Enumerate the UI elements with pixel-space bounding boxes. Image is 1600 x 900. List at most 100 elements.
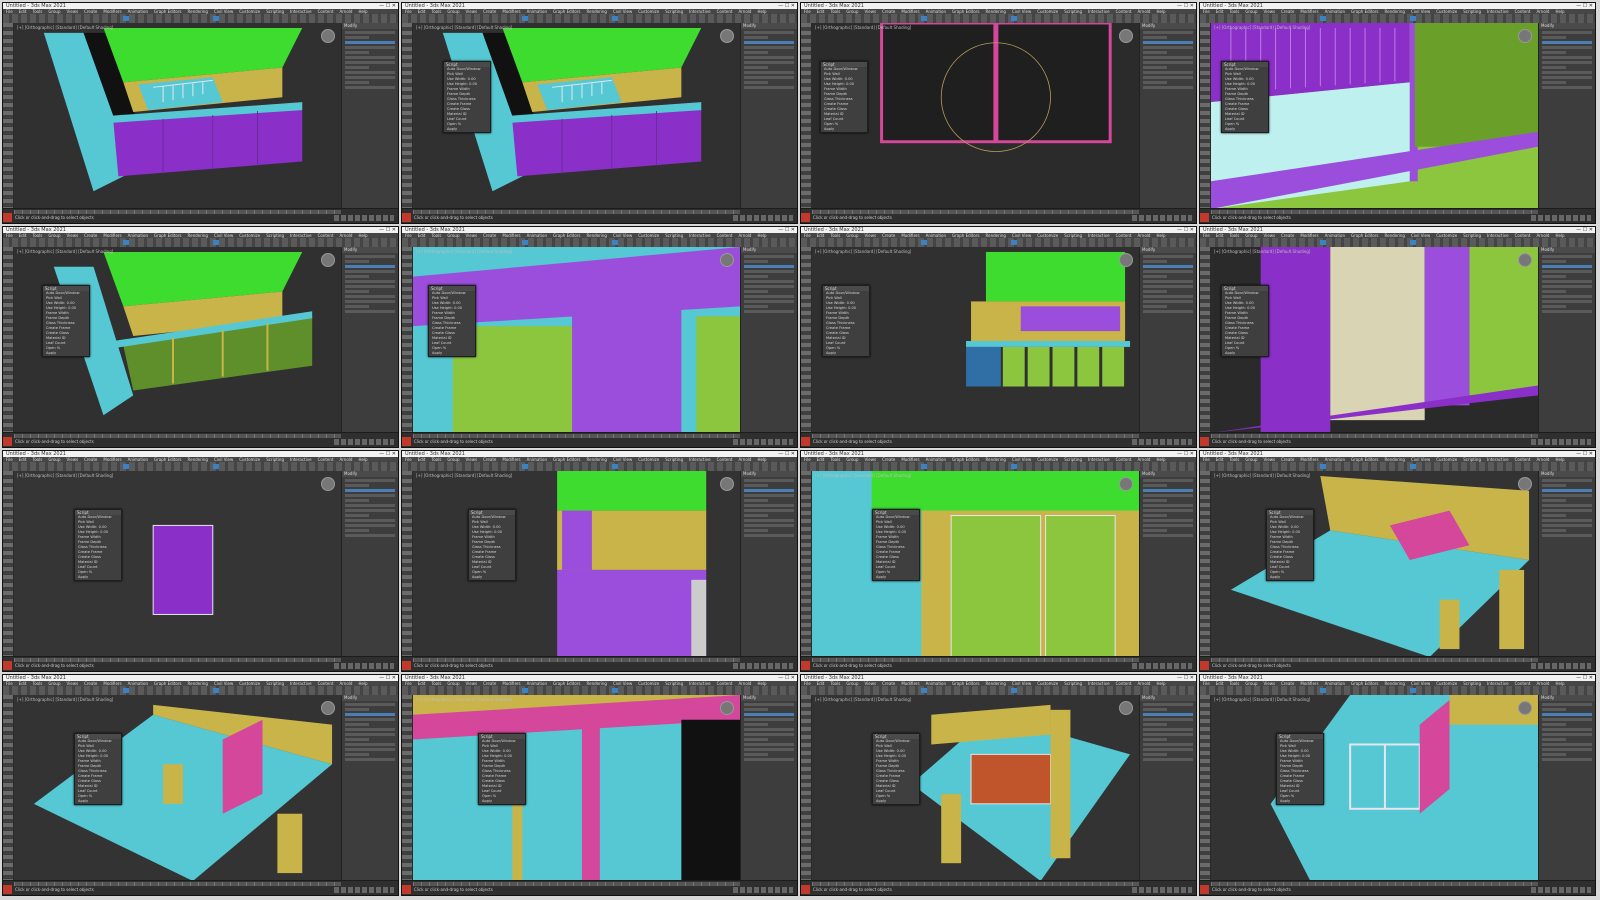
script-dialog[interactable]: Script Auto Door/Window Pick Wall Use Width… xyxy=(443,61,491,133)
snap-toggle-icon[interactable] xyxy=(1011,16,1017,21)
panel-row[interactable] xyxy=(345,748,395,751)
viewport-label[interactable]: [+] [Orthographic] [Standard] [Default S… xyxy=(17,249,113,254)
viewcube-icon[interactable] xyxy=(720,29,734,43)
panel-row[interactable] xyxy=(1542,519,1592,522)
left-tool-strip[interactable] xyxy=(3,695,14,881)
viewcube-icon[interactable] xyxy=(1518,29,1532,43)
viewcube-icon[interactable] xyxy=(321,477,335,491)
panel-row[interactable] xyxy=(345,46,395,49)
panel-row[interactable] xyxy=(345,718,395,721)
snap-toggle-icon[interactable] xyxy=(612,688,618,693)
modifier-stack-selected[interactable] xyxy=(1143,265,1193,268)
panel-row[interactable] xyxy=(1143,31,1193,34)
panel-row[interactable] xyxy=(345,31,395,34)
select-tool-icon[interactable] xyxy=(123,688,129,693)
viewport-label[interactable]: [+] [Orthographic] [Standard] [Default S… xyxy=(1214,473,1310,478)
left-tool-strip[interactable] xyxy=(1200,471,1211,657)
left-tool-strip[interactable] xyxy=(3,247,14,433)
panel-row[interactable] xyxy=(744,56,794,59)
panel-row[interactable] xyxy=(1143,86,1193,89)
panel-row[interactable] xyxy=(1143,753,1167,756)
panel-row[interactable] xyxy=(1542,509,1592,512)
viewport[interactable]: [+] [Orthographic] [Standard] [Default S… xyxy=(1211,23,1538,209)
panel-row[interactable] xyxy=(1542,66,1566,69)
script-option[interactable]: Apply xyxy=(1277,799,1323,804)
playback-controls[interactable] xyxy=(1132,215,1192,221)
timeline-slider[interactable] xyxy=(1211,210,1538,214)
left-tool-strip[interactable] xyxy=(801,695,812,881)
snap-toggle-icon[interactable] xyxy=(612,464,618,469)
panel-row[interactable] xyxy=(744,300,794,303)
script-option[interactable]: Apply xyxy=(873,799,919,804)
panel-row[interactable] xyxy=(1143,703,1193,706)
viewcube-icon[interactable] xyxy=(720,477,734,491)
viewcube-icon[interactable] xyxy=(1119,477,1133,491)
script-option[interactable]: Apply xyxy=(479,799,525,804)
left-tool-strip[interactable] xyxy=(402,471,413,657)
panel-row[interactable] xyxy=(345,514,369,517)
panel-row[interactable] xyxy=(345,280,395,283)
panel-row[interactable] xyxy=(744,718,794,721)
panel-row[interactable] xyxy=(345,728,395,731)
panel-row[interactable] xyxy=(744,260,768,263)
panel-row[interactable] xyxy=(1542,295,1592,298)
viewport[interactable]: [+] [Orthographic] [Standard] [Default S… xyxy=(812,23,1139,209)
panel-row[interactable] xyxy=(744,738,768,741)
panel-row[interactable] xyxy=(345,300,395,303)
panel-row[interactable] xyxy=(1143,733,1193,736)
panel-row[interactable] xyxy=(345,743,395,746)
select-tool-icon[interactable] xyxy=(123,464,129,469)
panel-row[interactable] xyxy=(744,285,794,288)
select-tool-icon[interactable] xyxy=(921,240,927,245)
panel-row[interactable] xyxy=(1143,290,1167,293)
panel-row[interactable] xyxy=(1542,499,1566,502)
left-tool-strip[interactable] xyxy=(1200,23,1211,209)
panel-row[interactable] xyxy=(744,86,794,89)
panel-row[interactable] xyxy=(1143,36,1167,39)
left-tool-strip[interactable] xyxy=(3,471,14,657)
select-tool-icon[interactable] xyxy=(1320,16,1326,21)
panel-row[interactable] xyxy=(1542,81,1566,84)
left-tool-strip[interactable] xyxy=(402,23,413,209)
left-tool-strip[interactable] xyxy=(3,23,14,209)
viewport[interactable]: [+] [Orthographic] [Standard] [Default S… xyxy=(1211,471,1538,657)
panel-row[interactable] xyxy=(744,509,794,512)
panel-row[interactable] xyxy=(744,758,794,761)
select-tool-icon[interactable] xyxy=(1320,240,1326,245)
viewport[interactable]: [+] [Orthographic] [Standard] [Default S… xyxy=(812,695,1139,881)
panel-row[interactable] xyxy=(345,66,369,69)
panel-row[interactable] xyxy=(1542,758,1592,761)
playback-controls[interactable] xyxy=(733,439,793,445)
select-tool-icon[interactable] xyxy=(123,16,129,21)
command-panel[interactable]: Modify xyxy=(341,247,398,433)
panel-row[interactable] xyxy=(1542,494,1592,497)
panel-row[interactable] xyxy=(744,295,794,298)
modifier-stack-selected[interactable] xyxy=(345,265,395,268)
panel-row[interactable] xyxy=(1143,524,1193,527)
panel-row[interactable] xyxy=(345,260,369,263)
command-panel[interactable]: Modify xyxy=(1139,23,1196,209)
panel-row[interactable] xyxy=(1143,51,1167,54)
script-option[interactable]: Apply xyxy=(823,351,869,356)
panel-row[interactable] xyxy=(345,76,395,79)
panel-row[interactable] xyxy=(1542,534,1592,537)
panel-row[interactable] xyxy=(1143,56,1193,59)
panel-row[interactable] xyxy=(1143,718,1193,721)
panel-row[interactable] xyxy=(744,519,794,522)
viewport[interactable]: [+] [Orthographic] [Standard] [Default S… xyxy=(413,695,740,881)
panel-row[interactable] xyxy=(1542,748,1592,751)
panel-row[interactable] xyxy=(1542,504,1592,507)
panel-row[interactable] xyxy=(1542,56,1592,59)
script-option[interactable]: Apply xyxy=(444,127,490,132)
playback-controls[interactable] xyxy=(1132,887,1192,893)
panel-row[interactable] xyxy=(345,723,369,726)
panel-row[interactable] xyxy=(1542,310,1592,313)
panel-row[interactable] xyxy=(345,509,395,512)
panel-row[interactable] xyxy=(1542,280,1592,283)
timeline-slider[interactable] xyxy=(1211,658,1538,662)
script-dialog[interactable]: Script Auto Door/Window Pick Wall Use Width… xyxy=(1276,733,1324,805)
panel-row[interactable] xyxy=(1542,260,1566,263)
viewport-label[interactable]: [+] [Orthographic] [Standard] [Default S… xyxy=(815,249,911,254)
viewcube-icon[interactable] xyxy=(1518,701,1532,715)
panel-row[interactable] xyxy=(1542,51,1566,54)
